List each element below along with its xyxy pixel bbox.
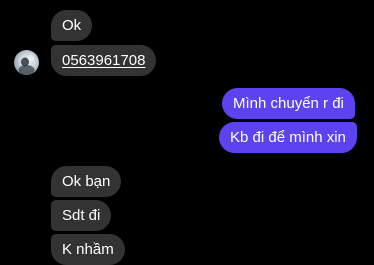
message-text: Sdt đi — [62, 207, 101, 224]
message-text: Kb đi để mình xin — [230, 129, 346, 146]
phone-number-link[interactable]: 0563961708 — [62, 52, 145, 69]
avatar-photo-icon — [18, 55, 35, 75]
message-text: K nhầm — [62, 241, 114, 258]
message-bubble-incoming[interactable]: K nhầm — [51, 234, 125, 265]
message-text: Ok — [62, 17, 82, 34]
message-bubble-incoming[interactable]: Sdt đi — [51, 200, 112, 231]
chat-thread: Ok 0563961708 Mình chuyển r đi Kb đi để … — [0, 0, 374, 265]
contact-avatar[interactable] — [14, 50, 39, 75]
message-bubble-outgoing[interactable]: Kb đi để mình xin — [219, 122, 357, 153]
message-bubble-outgoing[interactable]: Mình chuyển r đi — [222, 88, 355, 119]
message-text: Ok bạn — [62, 173, 111, 190]
message-text: Mình chuyển r đi — [233, 95, 344, 112]
message-bubble-incoming[interactable]: Ok — [51, 10, 93, 41]
message-bubble-incoming[interactable]: 0563961708 — [51, 45, 157, 76]
message-bubble-incoming[interactable]: Ok bạn — [51, 166, 122, 197]
